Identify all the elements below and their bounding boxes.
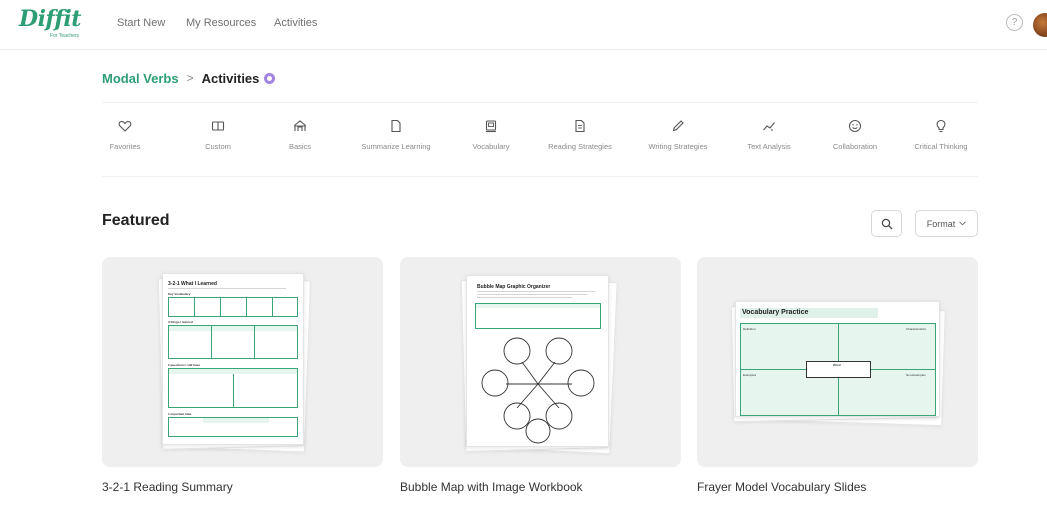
category-text-analysis[interactable]: Text Analysis bbox=[719, 119, 819, 151]
category-basics[interactable]: Basics bbox=[250, 119, 350, 151]
activity-card-title[interactable]: 3-2-1 Reading Summary bbox=[102, 480, 233, 494]
category-label: Collaboration bbox=[832, 142, 878, 151]
category-vocabulary[interactable]: Vocabulary bbox=[441, 119, 541, 151]
category-writing-strategies[interactable]: Writing Strategies bbox=[628, 119, 728, 151]
format-dropdown-label: Format bbox=[926, 218, 956, 229]
category-label: Basics bbox=[288, 142, 312, 151]
activity-card-frayer-model[interactable]: Vocabulary Practice Definition Character… bbox=[697, 257, 978, 467]
breadcrumb: Modal Verbs > Activities bbox=[102, 69, 276, 87]
logo-wordmark: Diffit bbox=[19, 6, 81, 32]
bubble-map-diagram bbox=[481, 337, 595, 444]
worksheet-title: 3-2-1 What I Learned bbox=[168, 281, 217, 287]
diffit-logo[interactable]: Diffit For Teachers bbox=[19, 6, 83, 41]
question-circle-icon[interactable]: ? bbox=[1006, 14, 1023, 31]
worksheet-title: Bubble Map Graphic Organizer bbox=[477, 284, 551, 290]
nav-my-resources[interactable]: My Resources bbox=[186, 17, 256, 29]
smiley-icon bbox=[848, 119, 862, 133]
frayer-quadrant-label: Examples bbox=[743, 373, 757, 377]
category-label: Text Analysis bbox=[747, 142, 791, 151]
category-label: Favorites bbox=[109, 142, 141, 151]
sparkle-chart-icon bbox=[763, 122, 775, 132]
category-label: Summarize Learning bbox=[361, 142, 431, 151]
basics-icon bbox=[294, 120, 306, 131]
category-label: Vocabulary bbox=[472, 142, 510, 151]
category-critical-thinking[interactable]: Critical Thinking bbox=[891, 119, 991, 151]
worksheet-section-label: 1 important idea bbox=[168, 412, 192, 416]
category-reading-strategies[interactable]: Reading Strategies bbox=[530, 119, 630, 151]
activity-card-bubble-map[interactable]: Bubble Map Graphic Organizer bbox=[400, 257, 681, 467]
category-summarize-learning[interactable]: Summarize Learning bbox=[346, 119, 446, 151]
nav-activities[interactable]: Activities bbox=[274, 17, 317, 29]
category-label: Critical Thinking bbox=[914, 142, 968, 151]
worksheet-section-label: 3 things I learned bbox=[168, 320, 193, 324]
search-button[interactable] bbox=[871, 210, 902, 237]
lightbulb-icon bbox=[936, 119, 946, 133]
frayer-quadrant-label: Definition bbox=[743, 327, 756, 331]
category-favorites[interactable]: Favorites bbox=[75, 119, 175, 151]
custom-icon bbox=[211, 121, 225, 131]
frayer-center-label: Word bbox=[833, 363, 841, 367]
chevron-down-icon bbox=[959, 221, 967, 226]
avatar[interactable] bbox=[1033, 13, 1047, 37]
frayer-quadrant-label: Non-Examples bbox=[906, 373, 926, 377]
category-collaboration[interactable]: Collaboration bbox=[805, 119, 905, 151]
reading-icon bbox=[575, 119, 585, 133]
search-icon bbox=[881, 218, 892, 229]
logo-subtext: For Teachers bbox=[50, 33, 80, 39]
activity-card-3-2-1[interactable]: 3-2-1 What I Learned Key Vocabulary 3 th… bbox=[102, 257, 383, 467]
activities-badge-icon bbox=[264, 72, 276, 84]
breadcrumb-parent-link[interactable]: Modal Verbs bbox=[102, 71, 179, 86]
frayer-quadrant-label: Characteristics bbox=[906, 327, 926, 331]
activity-card-title[interactable]: Bubble Map with Image Workbook bbox=[400, 480, 583, 494]
breadcrumb-current: Activities bbox=[201, 70, 260, 86]
activity-card-title[interactable]: Frayer Model Vocabulary Slides bbox=[697, 480, 866, 494]
worksheet-section-label: Key Vocabulary bbox=[168, 292, 191, 296]
vocabulary-icon bbox=[485, 120, 497, 133]
format-dropdown[interactable]: Format bbox=[915, 210, 978, 237]
breadcrumb-separator: > bbox=[186, 71, 194, 85]
top-nav: Diffit For Teachers Start New My Resourc… bbox=[0, 0, 1047, 50]
category-label: Writing Strategies bbox=[648, 142, 708, 151]
worksheet-section-label: 2 questions I still have bbox=[168, 363, 201, 367]
heart-icon bbox=[118, 120, 132, 132]
featured-heading: Featured bbox=[102, 212, 170, 229]
slide-title: Vocabulary Practice bbox=[742, 309, 809, 316]
nav-start-new[interactable]: Start New bbox=[117, 17, 165, 29]
pencil-icon bbox=[672, 120, 684, 132]
category-bar: Favorites Custom Basics Summarize Learni… bbox=[102, 102, 978, 177]
document-icon bbox=[391, 119, 401, 133]
category-label: Reading Strategies bbox=[548, 142, 612, 151]
